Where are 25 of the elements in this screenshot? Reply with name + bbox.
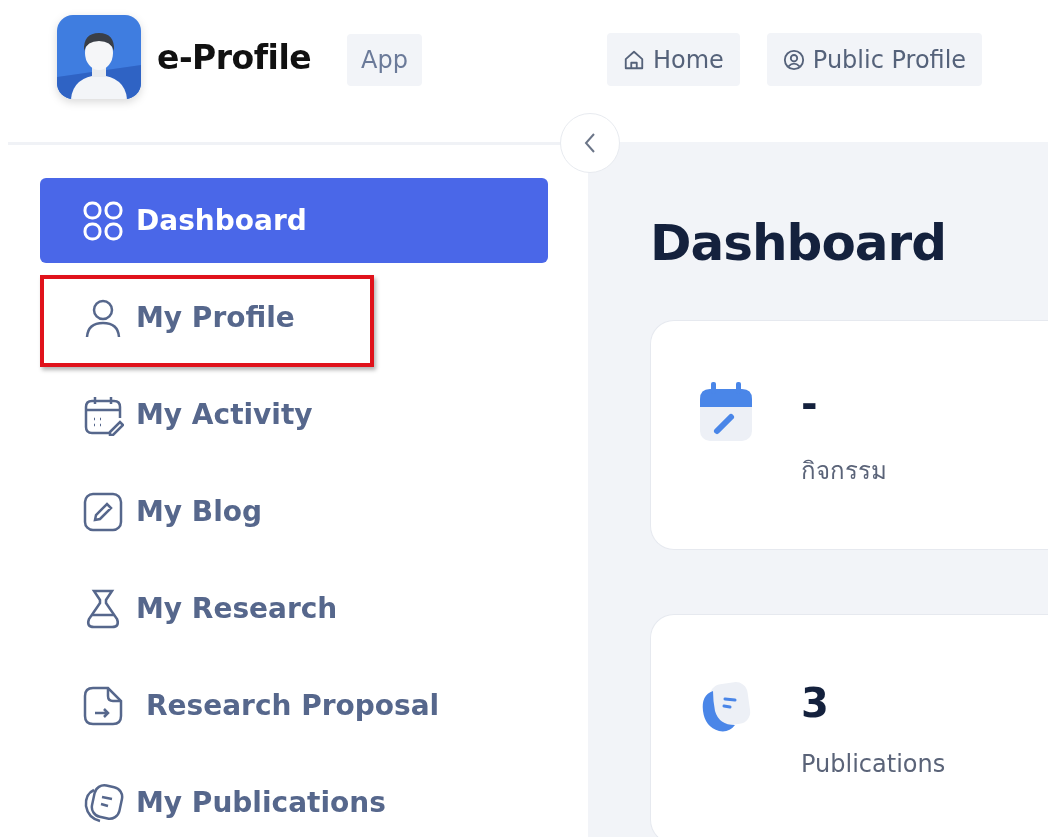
sidebar-item[interactable]: My Blog bbox=[40, 469, 548, 554]
sidebar-item[interactable]: Dashboard bbox=[40, 178, 548, 263]
sidebar-item[interactable]: Research Proposal bbox=[40, 663, 548, 748]
home-icon bbox=[622, 48, 645, 71]
app-name: e-Profile bbox=[157, 37, 312, 77]
stat-value: 3 bbox=[801, 680, 830, 726]
page-title: Dashboard bbox=[650, 214, 947, 272]
sidebar-item[interactable]: My Publications bbox=[40, 760, 548, 837]
stat-label: กิจกรรม bbox=[801, 455, 887, 487]
document-arrow-icon bbox=[82, 684, 124, 727]
stacked-notes-icon bbox=[82, 781, 124, 824]
logo-icon bbox=[57, 15, 141, 99]
public-profile-button[interactable]: Public Profile bbox=[766, 33, 983, 86]
stat-label: Publications bbox=[801, 750, 946, 778]
sidebar-item[interactable]: My Activity bbox=[40, 372, 548, 457]
home-button[interactable]: Home bbox=[606, 33, 740, 86]
user-circle-icon bbox=[782, 48, 805, 71]
chevron-left-icon bbox=[583, 132, 597, 154]
sidebar-item[interactable]: My Research bbox=[40, 566, 548, 651]
calendar-edit-icon bbox=[699, 381, 753, 443]
sidebar-item[interactable]: My Profile bbox=[40, 275, 548, 360]
grid-icon bbox=[82, 199, 124, 242]
app-badge: App bbox=[347, 34, 422, 86]
pencil-square-icon bbox=[82, 490, 124, 533]
stat-value: - bbox=[801, 380, 819, 427]
